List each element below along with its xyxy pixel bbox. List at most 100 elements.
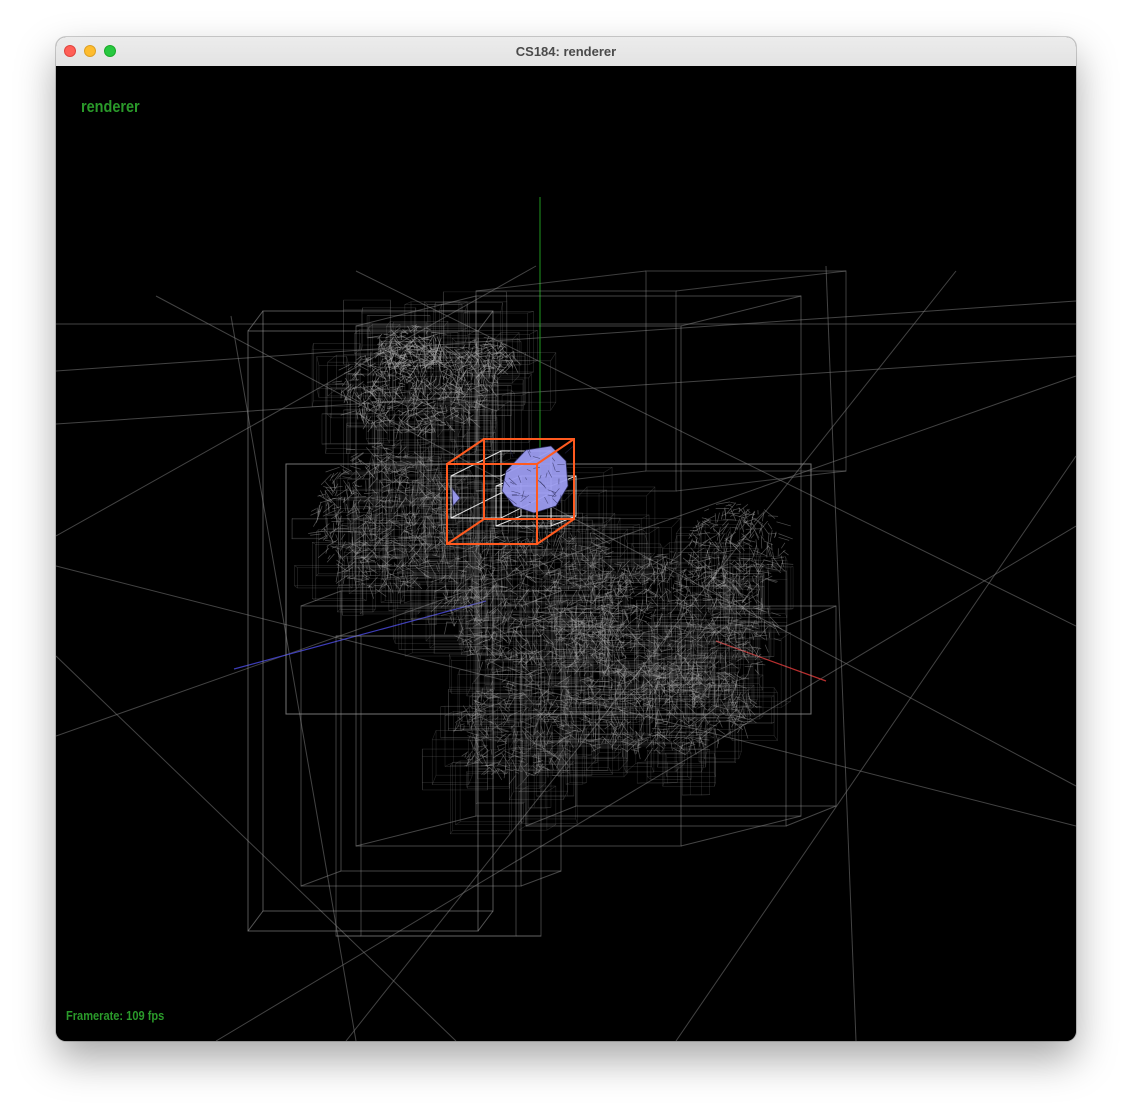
bvh-edge xyxy=(546,785,556,792)
bvh-edge xyxy=(468,775,473,785)
bvh-edge xyxy=(294,585,298,589)
bvh-edge xyxy=(528,373,532,379)
bvh-edge xyxy=(455,821,461,825)
bvh-edge xyxy=(743,687,751,695)
mesh-edge xyxy=(569,579,584,584)
bvh-edge xyxy=(748,705,755,712)
mesh-edge xyxy=(357,498,362,504)
mesh-edge xyxy=(495,558,503,561)
mesh-edge xyxy=(351,452,364,462)
bvh-edge xyxy=(457,426,462,437)
grid-line xyxy=(825,265,857,1041)
bvh-edge xyxy=(247,910,264,932)
mesh-edge xyxy=(317,493,326,497)
bvh-edge xyxy=(539,579,547,587)
mesh-edge xyxy=(310,533,321,536)
bvh-edge xyxy=(312,598,316,601)
mesh-edge xyxy=(357,390,368,397)
bvh-edge xyxy=(709,735,715,739)
bvh-edge xyxy=(487,389,492,394)
bvh-edge xyxy=(758,657,764,665)
mesh-edge xyxy=(521,641,529,648)
bvh-edge xyxy=(759,715,764,720)
bvh-edge xyxy=(464,335,468,343)
mesh-edge xyxy=(311,508,317,512)
bvh-edge xyxy=(424,301,428,305)
bvh-edge xyxy=(624,534,628,544)
mesh-edge xyxy=(458,538,471,540)
bvh-edge xyxy=(649,526,660,534)
bvh-edge xyxy=(509,740,515,750)
scene-canvas[interactable] xyxy=(56,66,1076,1041)
bvh-edge xyxy=(369,453,373,463)
bvh-edge xyxy=(608,767,613,775)
mesh-edge xyxy=(650,598,658,607)
mesh-edge xyxy=(594,536,604,543)
mesh-edge xyxy=(452,368,458,370)
mesh-edge xyxy=(407,376,412,379)
mesh-edge xyxy=(478,647,491,650)
bvh-box xyxy=(291,518,328,539)
mesh-edge xyxy=(735,671,739,686)
bvh-edge xyxy=(327,354,337,363)
bvh-edge xyxy=(450,762,453,766)
mesh-edge xyxy=(379,368,388,383)
bvh-edge xyxy=(738,751,742,759)
bvh-box xyxy=(662,732,715,787)
bvh-edge xyxy=(247,310,264,332)
mesh-edge xyxy=(653,608,657,615)
mesh-edge xyxy=(771,612,781,617)
bvh-edge xyxy=(698,563,701,571)
mesh-edge xyxy=(332,380,342,383)
bvh-edge xyxy=(355,815,477,847)
mesh-edge xyxy=(672,586,686,593)
bvh-edge xyxy=(475,270,647,292)
app-window: CS184: renderer renderer Framerate: 109 … xyxy=(56,37,1076,1041)
mesh-edge xyxy=(492,561,508,564)
bvh-edge xyxy=(725,526,731,534)
mesh-edge xyxy=(367,368,376,376)
bvh-edge xyxy=(452,337,457,343)
bvh-edge xyxy=(687,776,692,780)
mesh-edge xyxy=(360,391,363,400)
bvh-box xyxy=(335,635,517,937)
bvh-edge xyxy=(541,609,550,613)
mesh-edge xyxy=(384,414,392,424)
bvh-edge xyxy=(404,301,412,305)
mesh-edge xyxy=(545,643,547,651)
mesh-edge xyxy=(395,383,401,394)
render-viewport[interactable]: renderer Framerate: 109 fps xyxy=(56,66,1076,1041)
bvh-boxes xyxy=(247,270,847,937)
bvh-edge xyxy=(386,438,390,444)
mesh-edge xyxy=(702,598,712,600)
mesh-edge xyxy=(537,545,544,548)
mesh-edge xyxy=(415,506,418,515)
mesh-edge xyxy=(317,548,330,558)
mesh-edge xyxy=(495,348,499,362)
bvh-edge xyxy=(651,766,655,773)
mesh-edge xyxy=(340,533,346,540)
mesh-edge xyxy=(327,555,331,560)
mesh-edge xyxy=(506,568,517,578)
bvh-edge xyxy=(493,332,502,340)
bvh-edge xyxy=(662,542,670,549)
bvh-edge xyxy=(429,643,435,649)
bvh-edge xyxy=(550,401,557,411)
mesh-edge xyxy=(349,465,361,470)
bvh-edge xyxy=(623,772,628,778)
mesh-edge xyxy=(335,534,339,541)
mesh-edge xyxy=(736,684,738,696)
mesh-edge xyxy=(335,574,349,584)
grid-line xyxy=(56,300,1076,372)
mesh-edge xyxy=(364,358,373,361)
bvh-edge xyxy=(312,542,316,545)
mesh-edge xyxy=(590,532,592,543)
mesh-edge xyxy=(392,559,402,574)
bvh-edge xyxy=(477,310,494,332)
mesh-edge xyxy=(462,375,471,390)
bvh-edge xyxy=(362,598,367,601)
title-bar[interactable]: CS184: renderer xyxy=(56,37,1076,67)
mesh-edge xyxy=(325,546,329,554)
mesh-edge xyxy=(451,412,463,420)
bvh-edge xyxy=(773,735,778,741)
